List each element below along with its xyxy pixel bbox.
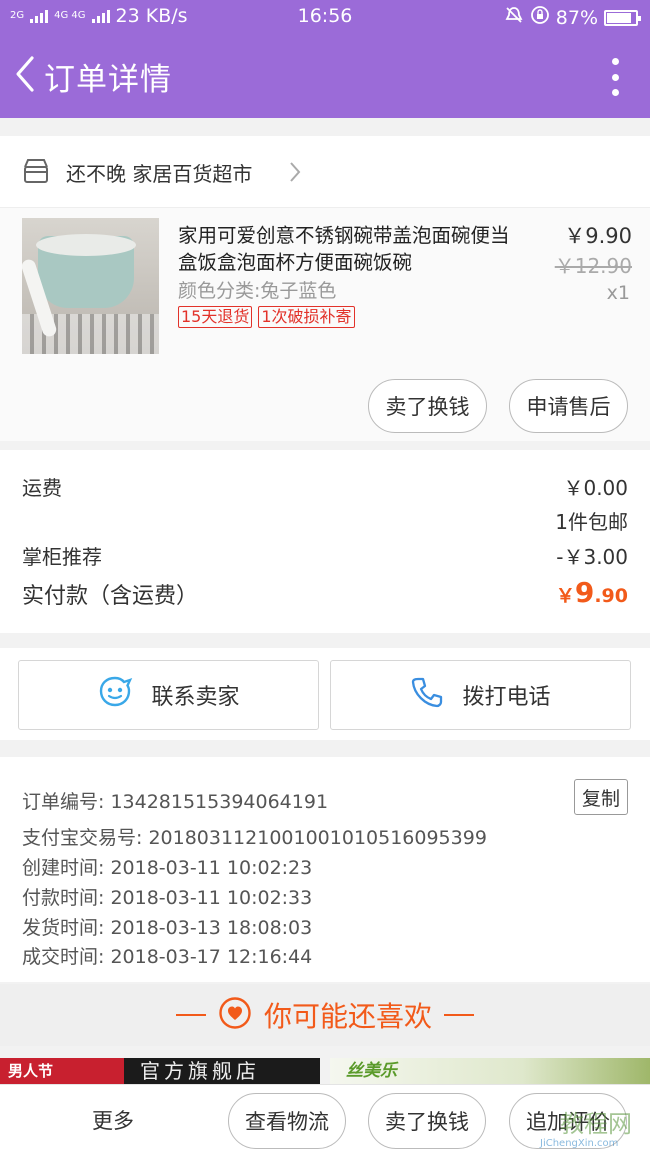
watermark-text: 教程网 [560,1110,632,1138]
paid-time: 付款时间: 2018-03-11 10:02:33 [22,887,313,909]
watermark-url: JiChengXin.com [540,1138,619,1149]
contact-seller-button[interactable]: 联系卖家 [18,660,319,730]
damage-policy-tag: 1次破损补寄 [258,306,355,328]
battery-icon [604,9,641,26]
product-price: ￥9.90 [564,224,632,248]
title-bar: 订单详情 [0,34,650,118]
banner-left-logo: 男人节 [8,1062,54,1080]
total-label: 实付款（含运费） [22,584,199,609]
product-name: 家用可爱创意不锈钢碗带盖泡面碗便当盒饭盒泡面杯方便面碗饭碗 [178,224,510,274]
product-attribute: 颜色分类:兔子蓝色 [178,280,337,302]
phone-icon [410,675,444,715]
more-button[interactable]: 更多 [92,1105,134,1135]
chevron-right-icon [288,160,302,188]
shop-row[interactable]: 还不晚 家居百货超市 [0,136,650,208]
more-options-icon[interactable] [610,58,620,96]
completed-time: 成交时间: 2018-03-17 12:16:44 [22,946,313,968]
divider-arrow-right [444,1014,474,1016]
shop-name: 还不晚 家居百货超市 [66,162,253,186]
created-time: 创建时间: 2018-03-11 10:02:23 [22,857,313,879]
chat-bubble-icon [97,675,133,715]
product-thumbnail[interactable] [22,218,159,354]
return-policy-tag: 15天退货 [178,306,253,328]
contact-section: 联系卖家 拨打电话 [0,648,650,740]
discount-label: 掌柜推荐 [22,545,102,569]
mute-icon [504,5,524,30]
product-quantity: x1 [606,282,630,304]
total-amount: ￥9.90 [555,576,628,609]
recommend-banner-right[interactable]: 丝美乐 [330,1058,650,1084]
call-phone-label: 拨打电话 [462,685,551,710]
shipped-time: 发货时间: 2018-03-13 18:08:03 [22,917,313,939]
heart-icon [218,996,252,1034]
order-number: 订单编号: 134281515394064191 [22,791,329,813]
copy-button[interactable]: 复制 [574,779,628,815]
banner-right-logo: 丝美乐 [346,1061,397,1081]
store-icon [22,158,50,188]
rotation-lock-icon [530,5,550,30]
contact-seller-label: 联系卖家 [151,685,240,710]
page-title: 订单详情 [44,62,172,98]
back-arrow-icon[interactable] [10,54,42,94]
sell-for-cash-button[interactable]: 卖了换钱 [368,379,487,433]
shipping-label: 运费 [22,476,62,500]
fee-summary: 运费 ￥0.00 1件包邮 掌柜推荐 -￥3.00 实付款（含运费） ￥9.90 [0,450,650,633]
product-item[interactable]: 家用可爱创意不锈钢碗带盖泡面碗便当盒饭盒泡面杯方便面碗饭碗 颜色分类:兔子蓝色 … [0,208,650,441]
call-phone-button[interactable]: 拨打电话 [330,660,631,730]
shipping-value: ￥0.00 [563,476,628,500]
recommend-title: 你可能还喜欢 [263,1000,432,1033]
discount-value: -￥3.00 [556,545,628,569]
banner-left-text: 官方旗舰店 [140,1059,260,1083]
battery-percent: 87% [555,6,598,29]
recommend-header: 你可能还喜欢 [0,984,650,1046]
recommend-banner-left[interactable]: 男人节 官方旗舰店 [0,1058,320,1084]
watermark: 教程网 JiChengXin.com [534,1104,644,1150]
view-logistics-button[interactable]: 查看物流 [228,1093,346,1149]
sell-for-cash-bottom-button[interactable]: 卖了换钱 [368,1093,486,1149]
original-price: ￥12.90 [554,254,632,278]
divider-arrow-left [175,1014,206,1016]
order-info: 订单编号: 134281515394064191 复制 支付宝交易号: 2018… [0,757,650,982]
shipping-note: 1件包邮 [555,510,628,534]
status-bar: 2G 4G 4G 23 KB/s 16:56 87% [0,0,650,34]
after-sales-button[interactable]: 申请售后 [509,379,628,433]
alipay-transaction-number: 支付宝交易号: 2018031121001001010516095399 [22,827,487,849]
